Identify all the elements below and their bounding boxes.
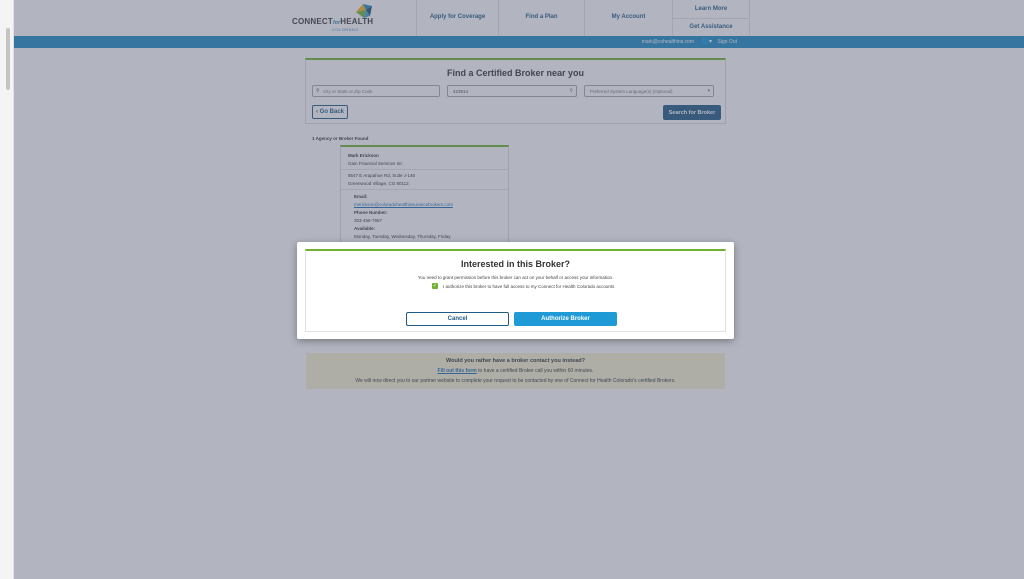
authorize-checkbox[interactable]: ✓	[432, 283, 438, 289]
scrollbar-thumb[interactable]	[6, 28, 10, 90]
cancel-button[interactable]: Cancel	[406, 312, 509, 326]
modal-description: You need to grant permission before this…	[417, 275, 614, 280]
authorize-checkbox-row: ✓ I authorize this broker to have full a…	[432, 283, 614, 289]
left-scroll-strip	[0, 0, 14, 579]
authorize-broker-button[interactable]: Authorize Broker	[514, 312, 617, 326]
modal-title: Interested in this Broker?	[460, 259, 571, 269]
authorize-checkbox-label: I authorize this broker to have full acc…	[443, 283, 615, 289]
authorize-broker-modal: Interested in this Broker? You need to g…	[297, 242, 734, 339]
modal-body: Interested in this Broker? You need to g…	[305, 249, 726, 332]
